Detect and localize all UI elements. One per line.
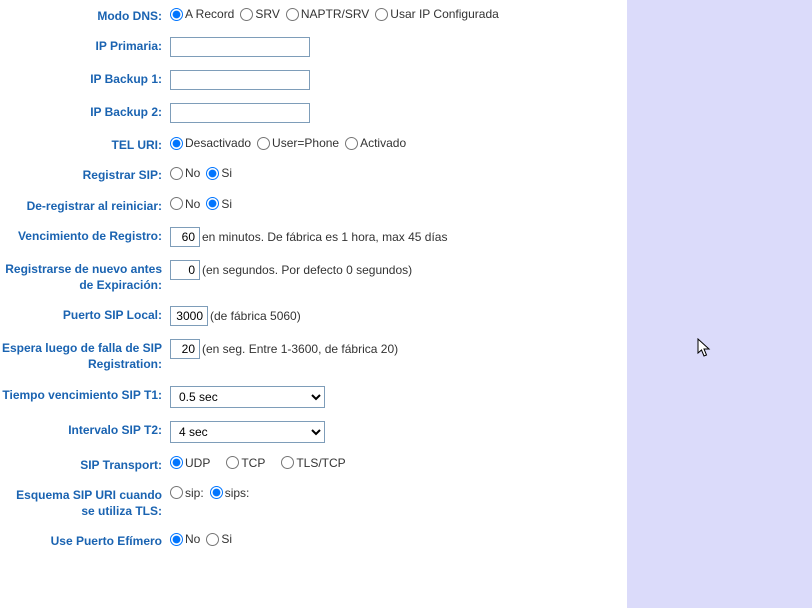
radio-tel-uri-activado[interactable] — [345, 137, 358, 150]
row-deregistrar: De-registrar al reiniciar: No Si — [0, 196, 617, 214]
row-registrarse-nuevo: Registrarse de nuevo antes de Expiración… — [0, 259, 617, 293]
hint-espera-falla: (en seg. Entre 1-3600, de fábrica 20) — [202, 342, 398, 356]
row-intervalo-t2: Intervalo SIP T2: 4 sec — [0, 420, 617, 443]
row-ip-backup1: IP Backup 1: — [0, 69, 617, 90]
input-ip-primaria[interactable] — [170, 37, 310, 57]
row-tiempo-t1: Tiempo vencimiento SIP T1: 0.5 sec — [0, 385, 617, 408]
radio-label: Activado — [360, 136, 406, 150]
hint-registrarse-nuevo: (en segundos. Por defecto 0 segundos) — [202, 263, 412, 277]
row-vencimiento: Vencimiento de Registro: en minutos. De … — [0, 226, 617, 247]
radio-sip-transport-tcp[interactable] — [226, 456, 239, 469]
radio-label: Usar IP Configurada — [390, 7, 499, 21]
radio-label: Desactivado — [185, 136, 251, 150]
row-puerto-sip: Puerto SIP Local: (de fábrica 5060) — [0, 305, 617, 326]
hint-vencimiento: en minutos. De fábrica es 1 hora, max 45… — [202, 230, 447, 244]
value-modo-dns: A Record SRV NAPTR/SRV Usar IP Configura… — [170, 6, 617, 21]
row-ip-backup2: IP Backup 2: — [0, 102, 617, 123]
label-ip-backup1: IP Backup 1: — [0, 69, 170, 87]
radio-label: No — [185, 166, 200, 180]
input-vencimiento[interactable] — [170, 227, 200, 247]
radio-deregistrar-no[interactable] — [170, 197, 183, 210]
label-espera-falla: Espera luego de falla de SIP Registratio… — [0, 338, 170, 372]
radio-label: TLS/TCP — [296, 456, 345, 470]
radio-registrar-sip-si[interactable] — [206, 167, 219, 180]
radio-label: No — [185, 197, 200, 211]
radio-label: Si — [221, 197, 232, 211]
radio-label: User=Phone — [272, 136, 339, 150]
input-ip-backup1[interactable] — [170, 70, 310, 90]
radio-modo-dns-arecord[interactable] — [170, 8, 183, 21]
row-registrar-sip: Registrar SIP: No Si — [0, 165, 617, 183]
hint-puerto-sip: (de fábrica 5060) — [210, 309, 301, 323]
label-modo-dns: Modo DNS: — [0, 6, 170, 24]
input-registrarse-nuevo[interactable] — [170, 260, 200, 280]
row-esquema-sip: Esquema SIP URI cuando se utiliza TLS: s… — [0, 485, 617, 519]
radio-label: sips: — [225, 486, 250, 500]
row-modo-dns: Modo DNS: A Record SRV NAPTR/SRV Usar IP… — [0, 6, 617, 24]
label-ip-primaria: IP Primaria: — [0, 36, 170, 54]
radio-esquema-sip-sips[interactable] — [210, 486, 223, 499]
label-sip-transport: SIP Transport: — [0, 455, 170, 473]
radio-label: No — [185, 532, 200, 546]
radio-sip-transport-tlstcp[interactable] — [281, 456, 294, 469]
radio-label: NAPTR/SRV — [301, 7, 369, 21]
label-deregistrar: De-registrar al reiniciar: — [0, 196, 170, 214]
label-vencimiento: Vencimiento de Registro: — [0, 226, 170, 244]
radio-tel-uri-desactivado[interactable] — [170, 137, 183, 150]
radio-esquema-sip-sip[interactable] — [170, 486, 183, 499]
radio-label: sip: — [185, 486, 204, 500]
radio-puerto-efimero-no[interactable] — [170, 533, 183, 546]
radio-deregistrar-si[interactable] — [206, 197, 219, 210]
right-sidebar — [627, 0, 812, 608]
radio-label: SRV — [255, 7, 279, 21]
radio-puerto-efimero-si[interactable] — [206, 533, 219, 546]
label-tiempo-t1: Tiempo vencimiento SIP T1: — [0, 385, 170, 403]
label-ip-backup2: IP Backup 2: — [0, 102, 170, 120]
select-tiempo-t1[interactable]: 0.5 sec — [170, 386, 325, 408]
label-registrar-sip: Registrar SIP: — [0, 165, 170, 183]
row-ip-primaria: IP Primaria: — [0, 36, 617, 57]
radio-label: TCP — [241, 456, 265, 470]
radio-sip-transport-udp[interactable] — [170, 456, 183, 469]
radio-registrar-sip-no[interactable] — [170, 167, 183, 180]
radio-label: Si — [221, 166, 232, 180]
label-puerto-sip: Puerto SIP Local: — [0, 305, 170, 323]
label-registrarse-nuevo: Registrarse de nuevo antes de Expiración… — [0, 259, 170, 293]
row-puerto-efimero: Use Puerto Efímero No Si — [0, 531, 617, 549]
radio-label: Si — [221, 532, 232, 546]
label-esquema-sip: Esquema SIP URI cuando se utiliza TLS: — [0, 485, 170, 519]
input-espera-falla[interactable] — [170, 339, 200, 359]
label-puerto-efimero: Use Puerto Efímero — [0, 531, 170, 549]
select-intervalo-t2[interactable]: 4 sec — [170, 421, 325, 443]
input-ip-backup2[interactable] — [170, 103, 310, 123]
label-tel-uri: TEL URI: — [0, 135, 170, 153]
label-intervalo-t2: Intervalo SIP T2: — [0, 420, 170, 438]
row-espera-falla: Espera luego de falla de SIP Registratio… — [0, 338, 617, 372]
radio-label: A Record — [185, 7, 234, 21]
input-puerto-sip[interactable] — [170, 306, 208, 326]
settings-form: Modo DNS: A Record SRV NAPTR/SRV Usar IP… — [0, 0, 627, 608]
row-sip-transport: SIP Transport: UDP TCP TLS/TCP — [0, 455, 617, 473]
radio-modo-dns-srv[interactable] — [240, 8, 253, 21]
radio-tel-uri-userphone[interactable] — [257, 137, 270, 150]
radio-modo-dns-usarip[interactable] — [375, 8, 388, 21]
radio-label: UDP — [185, 456, 210, 470]
row-tel-uri: TEL URI: Desactivado User=Phone Activado — [0, 135, 617, 153]
radio-modo-dns-naptrsrv[interactable] — [286, 8, 299, 21]
